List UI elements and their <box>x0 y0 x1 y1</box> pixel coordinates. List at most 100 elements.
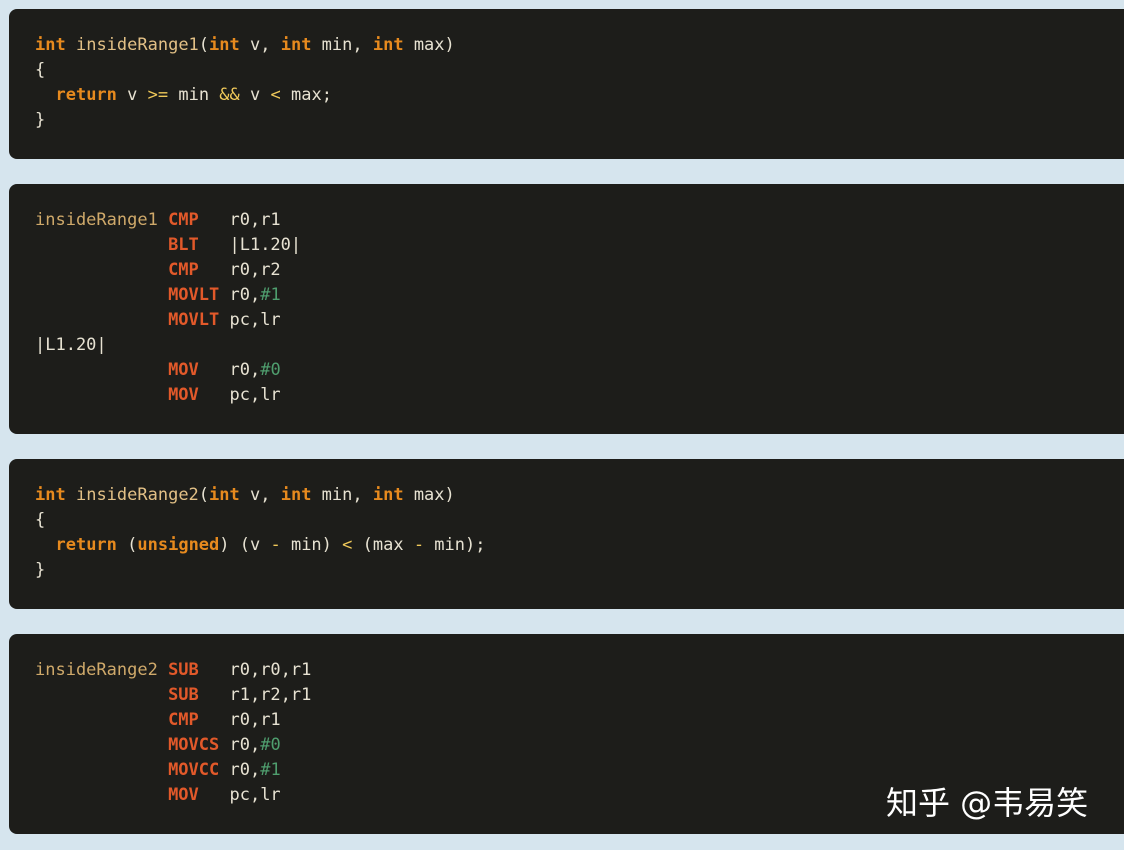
code-token: ) <box>444 485 455 505</box>
code-line: MOV r0,#0 <box>35 358 1124 383</box>
code-line: { <box>35 58 1124 83</box>
code-line: SUB r1,r2,r1 <box>35 683 1124 708</box>
code-line: insideRange1 CMP r0,r1 <box>35 208 1124 233</box>
code-block-c-insiderange1: int insideRange1(int v, int min, int max… <box>9 9 1124 159</box>
code-token: #0 <box>260 360 281 380</box>
code-token: #1 <box>260 760 281 780</box>
code-token: int <box>35 35 66 55</box>
code-token: max <box>403 35 445 55</box>
code-token: { <box>35 60 46 80</box>
zhihu-watermark: 知乎 @韦易笑 <box>886 784 1089 822</box>
code-token: pc,lr <box>219 310 281 330</box>
code-line: return (unsigned) (v - min) < (max - min… <box>35 533 1124 558</box>
code-token: return <box>55 535 117 555</box>
code-token: MOV <box>168 360 220 380</box>
code-token: r0, <box>219 360 261 380</box>
code-token: - <box>413 535 425 555</box>
code-token: max; <box>280 85 332 105</box>
code-token: MOVLT <box>168 285 220 305</box>
code-token: MOVCC <box>168 760 220 780</box>
code-block-c-insiderange2: int insideRange2(int v, int min, int max… <box>9 459 1124 609</box>
code-token: r0,r0,r1 <box>219 660 312 680</box>
code-token: CMP <box>168 710 220 730</box>
code-line: BLT |L1.20| <box>35 233 1124 258</box>
code-token: v, <box>239 485 281 505</box>
code-token: min, <box>311 485 373 505</box>
code-token: min); <box>424 535 486 555</box>
code-token: MOVCS <box>168 735 220 755</box>
code-token: |L1.20| <box>35 335 107 355</box>
code-token: min, <box>311 35 373 55</box>
code-token: } <box>35 560 46 580</box>
code-token: CMP <box>168 210 220 230</box>
code-token: pc,lr <box>219 785 281 805</box>
code-token: int <box>280 35 312 55</box>
code-token: insideRange2 <box>35 660 169 680</box>
code-token: >= <box>147 85 169 105</box>
code-token: ) <box>444 35 455 55</box>
code-token: SUB <box>168 660 220 680</box>
code-block-asm-insiderange1: insideRange1 CMP r0,r1 BLT |L1.20| CMP r… <box>9 184 1124 434</box>
code-token: && <box>219 85 240 105</box>
code-token: r0, <box>219 760 261 780</box>
code-token: ) (v <box>219 535 271 555</box>
code-line: MOVLT pc,lr <box>35 308 1124 333</box>
code-token: insideRange1 <box>35 210 169 230</box>
code-line: int insideRange1(int v, int min, int max… <box>35 33 1124 58</box>
code-line: MOV pc,lr <box>35 383 1124 408</box>
code-token: < <box>342 535 353 555</box>
code-line: insideRange2 SUB r0,r0,r1 <box>35 658 1124 683</box>
code-line: } <box>35 558 1124 583</box>
code-token: } <box>35 110 46 130</box>
code-token: r0, <box>219 735 261 755</box>
code-token: #0 <box>260 735 281 755</box>
code-token: r0,r1 <box>219 710 281 730</box>
code-token: CMP <box>168 260 220 280</box>
code-token: r0,r1 <box>219 210 281 230</box>
code-token: unsigned <box>137 535 220 555</box>
code-token: - <box>270 535 281 555</box>
code-token: r0, <box>219 285 261 305</box>
code-token: < <box>270 85 281 105</box>
code-token: BLT <box>168 235 220 255</box>
code-token: ( <box>116 535 138 555</box>
code-token: MOV <box>168 385 220 405</box>
code-line: MOVCS r0,#0 <box>35 733 1124 758</box>
code-line: return v >= min && v < max; <box>35 83 1124 108</box>
code-token: MOVLT <box>168 310 220 330</box>
code-token: insideRange2 <box>75 485 199 505</box>
code-token: v <box>116 85 148 105</box>
code-line: |L1.20| <box>35 333 1124 358</box>
code-token: ( <box>198 35 210 55</box>
code-token: int <box>209 485 240 505</box>
code-token: int <box>35 485 66 505</box>
code-token: min) <box>280 535 343 555</box>
code-token: v <box>239 85 271 105</box>
code-line: { <box>35 508 1124 533</box>
code-line: MOVLT r0,#1 <box>35 283 1124 308</box>
code-token: pc,lr <box>219 385 281 405</box>
code-token: return <box>55 85 117 105</box>
code-line: CMP r0,r2 <box>35 258 1124 283</box>
code-token: int <box>372 35 404 55</box>
code-token: { <box>35 510 46 530</box>
code-token: min <box>168 85 220 105</box>
code-token: int <box>209 35 240 55</box>
code-token: insideRange1 <box>75 35 199 55</box>
code-token: int <box>372 485 404 505</box>
code-token: r0,r2 <box>219 260 281 280</box>
